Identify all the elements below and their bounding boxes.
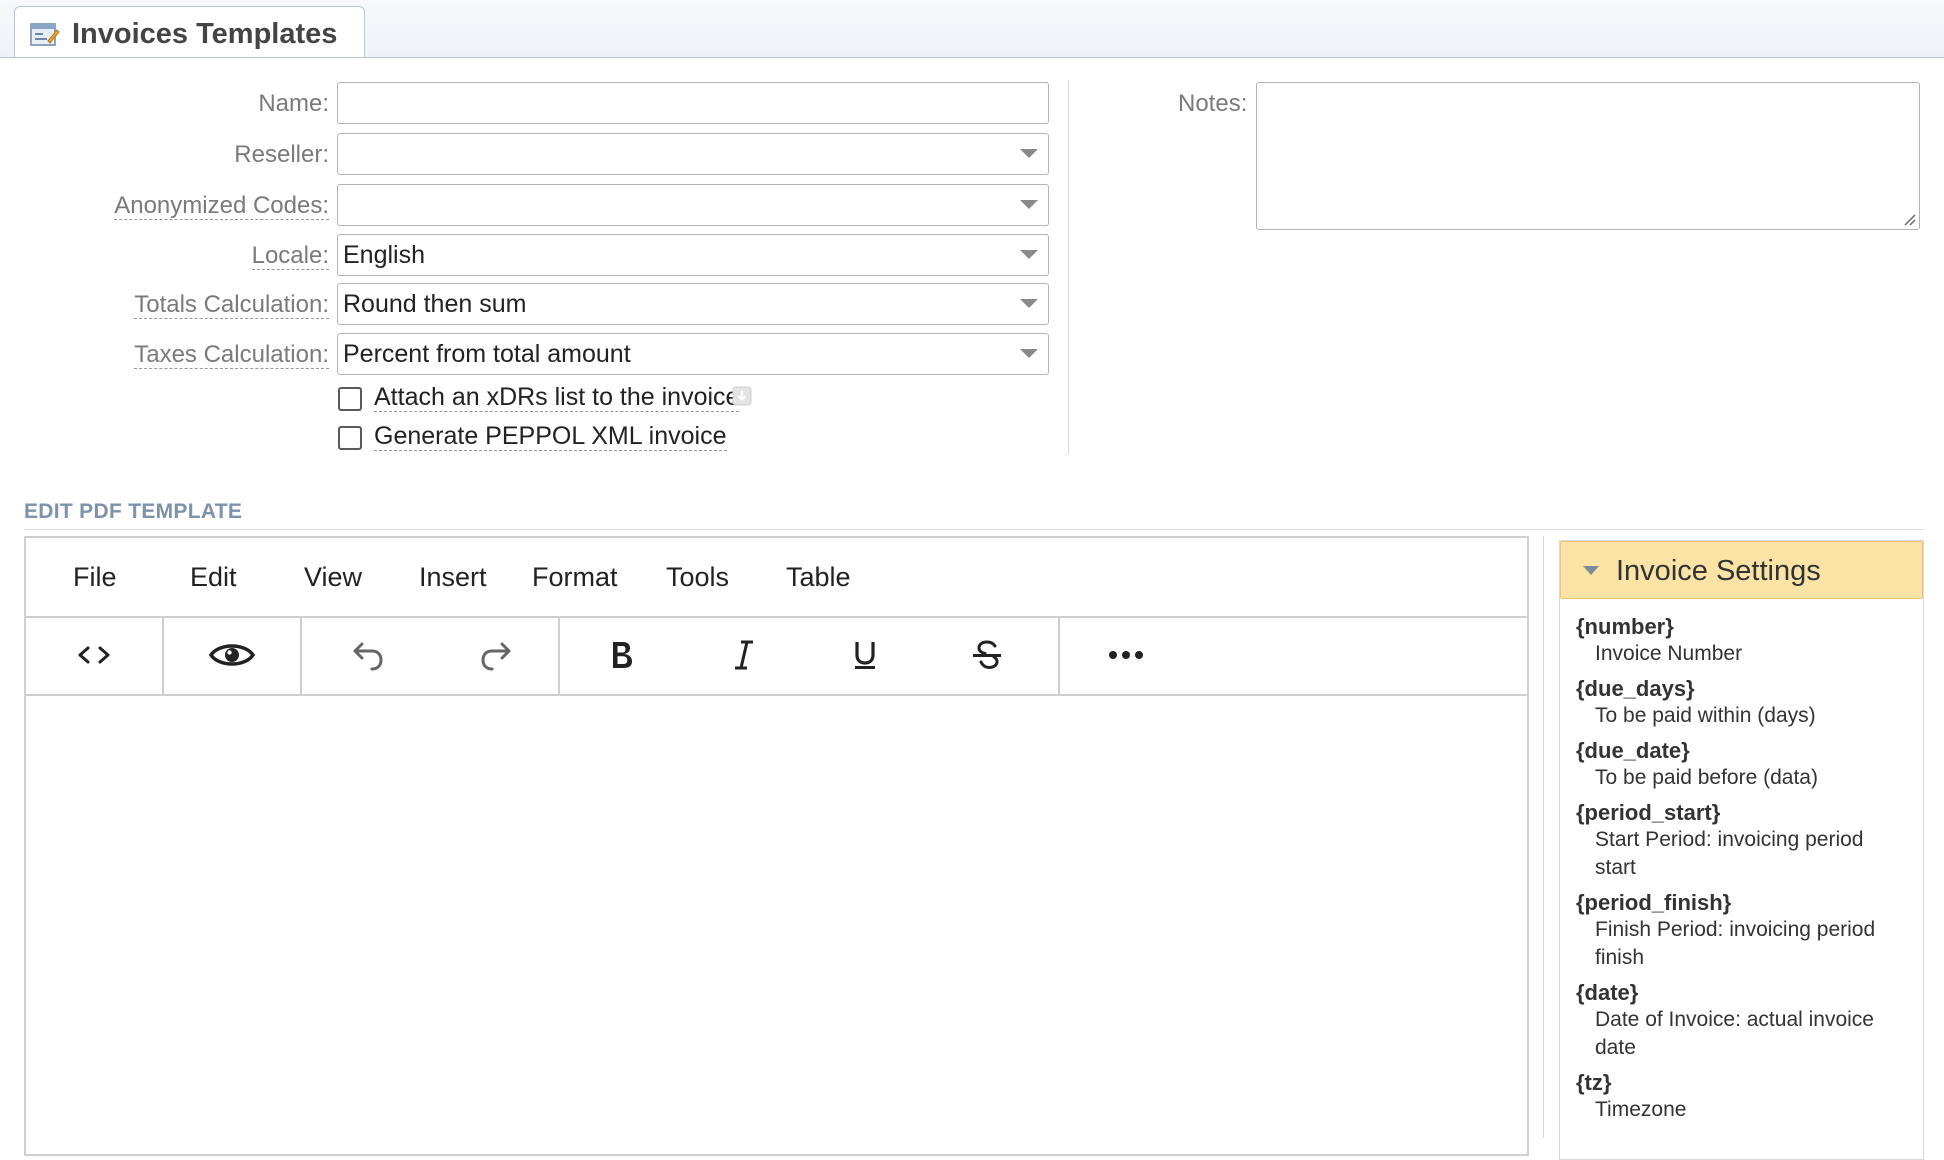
taxes-calculation-select[interactable]: Percent from total amount bbox=[337, 333, 1049, 375]
notes-label: Notes: bbox=[1178, 90, 1248, 117]
panel-divider bbox=[1543, 536, 1544, 1138]
name-input[interactable] bbox=[337, 82, 1049, 124]
pdf-template-editor: File Edit View Insert Format Tools Table bbox=[24, 536, 1529, 1156]
reseller-label: Reseller: bbox=[234, 141, 329, 168]
menu-insert[interactable]: Insert bbox=[419, 562, 487, 593]
menu-edit[interactable]: Edit bbox=[190, 562, 237, 593]
attach-xdrs-checkbox[interactable] bbox=[338, 387, 362, 411]
name-label: Name: bbox=[258, 90, 329, 117]
settings-key-number: {number} bbox=[1576, 614, 1674, 639]
menu-tools[interactable]: Tools bbox=[666, 562, 729, 593]
chevron-down-icon bbox=[1020, 349, 1038, 358]
generate-peppol-label[interactable]: Generate PEPPOL XML invoice bbox=[374, 422, 727, 451]
settings-key-date: {date} bbox=[1576, 980, 1639, 1005]
underline-button[interactable] bbox=[804, 616, 926, 694]
settings-key-period-finish: {period_finish} bbox=[1576, 890, 1732, 915]
source-code-button[interactable] bbox=[26, 616, 162, 694]
info-icon[interactable] bbox=[732, 386, 752, 406]
redo-button[interactable] bbox=[434, 616, 558, 694]
chevron-down-icon bbox=[1020, 149, 1038, 158]
underline-icon bbox=[855, 642, 875, 669]
page-title: Invoices Templates bbox=[72, 18, 338, 50]
settings-key-due-date: {due_date} bbox=[1576, 738, 1690, 763]
italic-icon bbox=[735, 640, 753, 670]
settings-desc-period-start: Start Period: invoicing period start bbox=[1595, 828, 1864, 879]
settings-key-tz: {tz} bbox=[1576, 1070, 1612, 1095]
anonymized-codes-label: Anonymized Codes: bbox=[114, 192, 329, 220]
totals-calculation-select[interactable]: Round then sum bbox=[337, 283, 1049, 325]
eye-icon bbox=[209, 644, 255, 666]
resize-handle-icon[interactable] bbox=[1902, 212, 1916, 226]
undo-icon bbox=[353, 642, 383, 671]
menu-format[interactable]: Format bbox=[532, 562, 618, 593]
settings-key-due-days: {due_days} bbox=[1576, 676, 1695, 701]
locale-select[interactable]: English bbox=[337, 234, 1049, 276]
invoice-settings-header[interactable]: Invoice Settings bbox=[1560, 541, 1923, 599]
notes-textarea[interactable] bbox=[1256, 82, 1920, 230]
editor-content-area[interactable] bbox=[26, 696, 1527, 1156]
settings-desc-period-finish: Finish Period: invoicing period finish bbox=[1595, 918, 1876, 969]
settings-key-period-start: {period_start} bbox=[1576, 800, 1721, 825]
settings-desc-due-date: To be paid before (data) bbox=[1595, 766, 1818, 789]
section-divider bbox=[24, 529, 1924, 530]
editor-toolbar bbox=[26, 616, 1527, 696]
totals-calculation-label: Totals Calculation: bbox=[134, 291, 329, 319]
settings-desc-tz: Timezone bbox=[1595, 1098, 1687, 1121]
attach-xdrs-label[interactable]: Attach an xDRs list to the invoice bbox=[374, 383, 740, 412]
taxes-calculation-label: Taxes Calculation: bbox=[134, 341, 329, 369]
invoice-settings-panel: Invoice Settings {number} Invoice Number… bbox=[1559, 540, 1924, 1160]
menu-table[interactable]: Table bbox=[786, 562, 851, 593]
generate-peppol-checkbox[interactable] bbox=[338, 426, 362, 450]
bold-icon bbox=[613, 642, 632, 668]
section-title: EDIT PDF TEMPLATE bbox=[24, 500, 243, 523]
menu-view[interactable]: View bbox=[304, 562, 362, 593]
editor-menubar: File Edit View Insert Format Tools Table bbox=[26, 538, 1527, 618]
settings-desc-number: Invoice Number bbox=[1595, 642, 1743, 665]
preview-button[interactable] bbox=[164, 616, 300, 694]
source-code-icon bbox=[78, 646, 110, 664]
italic-button[interactable] bbox=[684, 616, 804, 694]
strikethrough-icon bbox=[973, 640, 1001, 670]
redo-icon bbox=[481, 642, 511, 671]
anonymized-codes-select[interactable] bbox=[337, 184, 1049, 226]
chevron-down-icon bbox=[1020, 200, 1038, 209]
template-icon bbox=[30, 23, 60, 46]
chevron-down-icon bbox=[1020, 250, 1038, 259]
invoice-settings-title: Invoice Settings bbox=[1616, 555, 1821, 587]
more-icon bbox=[1109, 651, 1143, 659]
locale-label: Locale: bbox=[251, 242, 329, 270]
more-button[interactable] bbox=[1060, 616, 1192, 694]
collapse-caret-icon bbox=[1583, 566, 1599, 575]
undo-button[interactable] bbox=[302, 616, 434, 694]
reseller-select[interactable] bbox=[337, 133, 1049, 175]
menu-file[interactable]: File bbox=[73, 562, 117, 593]
settings-desc-due-days: To be paid within (days) bbox=[1595, 704, 1816, 727]
tab-invoices-templates[interactable]: Invoices Templates bbox=[14, 6, 365, 57]
bold-button[interactable] bbox=[560, 616, 684, 694]
settings-desc-date: Date of Invoice: actual invoice date bbox=[1595, 1008, 1874, 1059]
form-column-divider bbox=[1068, 80, 1069, 454]
chevron-down-icon bbox=[1020, 299, 1038, 308]
top-bar: Invoices Templates bbox=[0, 0, 1944, 58]
strikethrough-button[interactable] bbox=[926, 616, 1048, 694]
